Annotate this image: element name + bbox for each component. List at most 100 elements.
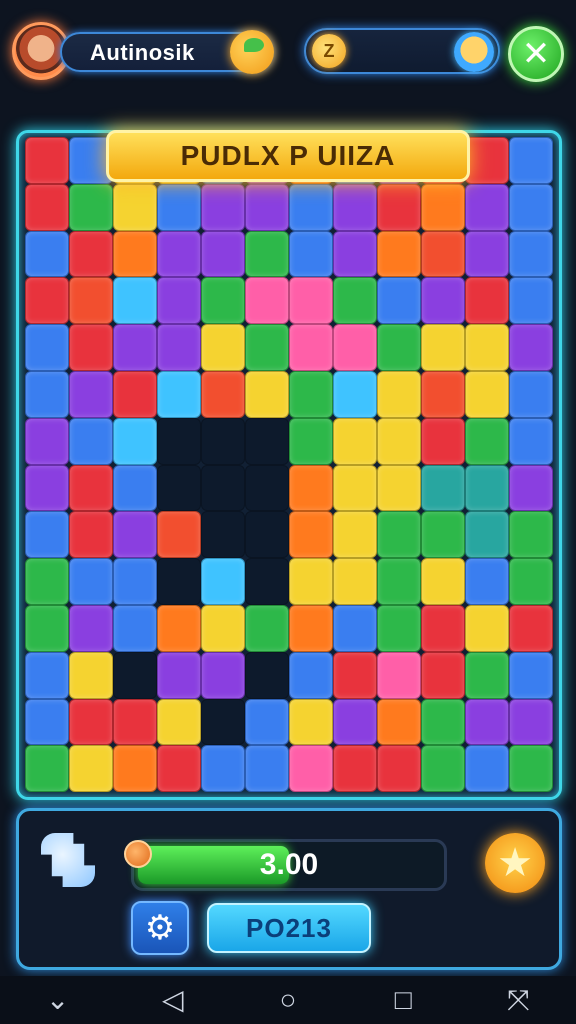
puzzle-tile[interactable] (157, 370, 201, 418)
puzzle-board[interactable] (25, 137, 553, 793)
puzzle-tile[interactable] (377, 417, 421, 465)
puzzle-tile[interactable] (509, 745, 553, 793)
empty-slot[interactable] (157, 464, 201, 512)
puzzle-tile[interactable] (465, 604, 509, 652)
puzzle-tile[interactable] (333, 604, 377, 652)
puzzle-tile[interactable] (245, 230, 289, 278)
puzzle-tile[interactable] (113, 417, 157, 465)
puzzle-tile[interactable] (113, 277, 157, 325)
puzzle-tile[interactable] (377, 464, 421, 512)
puzzle-tile[interactable] (245, 183, 289, 231)
puzzle-tile[interactable] (289, 324, 333, 371)
puzzle-tile[interactable] (201, 370, 245, 418)
puzzle-tile[interactable] (245, 277, 289, 325)
puzzle-tile[interactable] (421, 417, 465, 465)
puzzle-tile[interactable] (69, 745, 113, 793)
puzzle-tile[interactable] (157, 698, 201, 746)
empty-slot[interactable] (157, 558, 201, 605)
puzzle-tile[interactable] (509, 651, 553, 699)
puzzle-tile[interactable] (69, 324, 113, 371)
puzzle-tile[interactable] (25, 651, 69, 699)
puzzle-tile[interactable] (201, 604, 245, 652)
puzzle-tile[interactable] (69, 698, 113, 746)
puzzle-tile[interactable] (25, 324, 69, 371)
puzzle-tile[interactable] (25, 230, 69, 278)
level-code-button[interactable]: PO213 (207, 903, 371, 953)
puzzle-tile[interactable] (421, 277, 465, 325)
puzzle-tile[interactable] (157, 324, 201, 371)
puzzle-tile[interactable] (333, 370, 377, 418)
puzzle-tile[interactable] (113, 183, 157, 231)
puzzle-tile[interactable] (25, 137, 69, 184)
puzzle-tile[interactable] (69, 230, 113, 278)
puzzle-tile[interactable] (289, 745, 333, 793)
empty-slot[interactable] (201, 698, 245, 746)
puzzle-tile[interactable] (289, 604, 333, 652)
puzzle-tile[interactable] (509, 183, 553, 231)
puzzle-tile[interactable] (201, 183, 245, 231)
puzzle-tile[interactable] (465, 558, 509, 605)
puzzle-tile[interactable] (465, 277, 509, 325)
puzzle-tile[interactable] (509, 417, 553, 465)
puzzle-tile[interactable] (113, 511, 157, 559)
nav-recents-icon[interactable]: □ (373, 976, 433, 1024)
companion-face-icon[interactable] (454, 32, 494, 72)
puzzle-tile[interactable] (113, 230, 157, 278)
puzzle-tile[interactable] (289, 417, 333, 465)
puzzle-tile[interactable] (69, 558, 113, 605)
puzzle-tile[interactable] (157, 230, 201, 278)
puzzle-tile[interactable] (201, 558, 245, 605)
puzzle-tile[interactable] (289, 651, 333, 699)
puzzle-tile[interactable] (289, 558, 333, 605)
puzzle-tile[interactable] (465, 698, 509, 746)
puzzle-tile[interactable] (421, 604, 465, 652)
puzzle-tile[interactable] (465, 137, 509, 184)
puzzle-tile[interactable] (333, 183, 377, 231)
puzzle-tile[interactable] (509, 698, 553, 746)
empty-slot[interactable] (245, 511, 289, 559)
puzzle-tile[interactable] (377, 370, 421, 418)
puzzle-piece-icon[interactable] (41, 833, 95, 887)
puzzle-tile[interactable] (25, 604, 69, 652)
puzzle-tile[interactable] (245, 604, 289, 652)
puzzle-tile[interactable] (69, 464, 113, 512)
puzzle-tile[interactable] (377, 230, 421, 278)
puzzle-tile[interactable] (25, 698, 69, 746)
puzzle-tile[interactable] (333, 417, 377, 465)
puzzle-tile[interactable] (25, 745, 69, 793)
puzzle-tile[interactable] (421, 370, 465, 418)
puzzle-tile[interactable] (421, 651, 465, 699)
nav-back-icon[interactable]: ◁ (143, 976, 203, 1024)
empty-slot[interactable] (157, 417, 201, 465)
puzzle-tile[interactable] (157, 183, 201, 231)
puzzle-tile[interactable] (465, 417, 509, 465)
puzzle-tile[interactable] (289, 370, 333, 418)
empty-slot[interactable] (245, 464, 289, 512)
puzzle-tile[interactable] (377, 651, 421, 699)
puzzle-tile[interactable] (465, 745, 509, 793)
puzzle-tile[interactable] (69, 604, 113, 652)
nav-down-icon[interactable]: ⌄ (28, 976, 88, 1024)
puzzle-tile[interactable] (421, 698, 465, 746)
empty-slot[interactable] (113, 651, 157, 699)
puzzle-tile[interactable] (377, 604, 421, 652)
puzzle-tile[interactable] (25, 183, 69, 231)
puzzle-tile[interactable] (25, 370, 69, 418)
puzzle-tile[interactable] (201, 745, 245, 793)
empty-slot[interactable] (201, 417, 245, 465)
close-button[interactable]: ✕ (508, 26, 564, 82)
puzzle-tile[interactable] (289, 511, 333, 559)
puzzle-tile[interactable] (113, 464, 157, 512)
empty-slot[interactable] (201, 511, 245, 559)
empty-slot[interactable] (245, 417, 289, 465)
puzzle-tile[interactable] (421, 511, 465, 559)
puzzle-tile[interactable] (509, 324, 553, 371)
puzzle-tile[interactable] (465, 651, 509, 699)
puzzle-tile[interactable] (69, 183, 113, 231)
puzzle-tile[interactable] (69, 651, 113, 699)
puzzle-tile[interactable] (157, 277, 201, 325)
puzzle-tile[interactable] (509, 277, 553, 325)
puzzle-tile[interactable] (245, 745, 289, 793)
puzzle-tile[interactable] (25, 464, 69, 512)
puzzle-tile[interactable] (509, 230, 553, 278)
